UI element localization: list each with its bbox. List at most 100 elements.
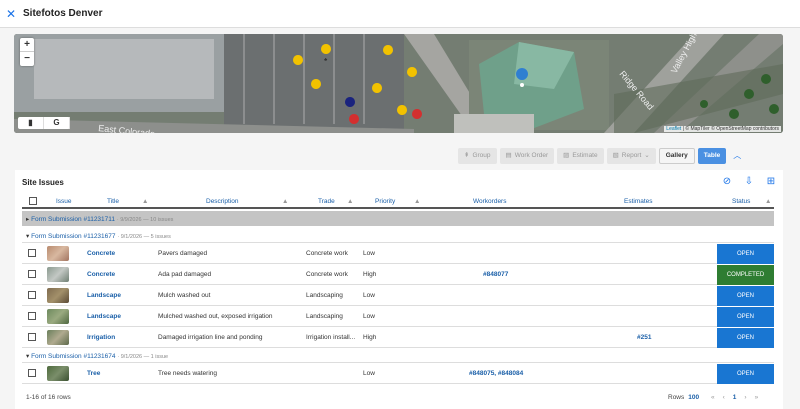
filter-off-icon[interactable]: ⊘ bbox=[721, 176, 733, 188]
issue-priority: Low bbox=[363, 370, 375, 377]
google-layer-button[interactable]: G bbox=[44, 117, 70, 129]
export-icon[interactable]: ⇩ bbox=[743, 176, 755, 188]
col-estimates[interactable]: Estimates bbox=[624, 198, 653, 205]
zoom-in-button[interactable]: + bbox=[20, 38, 34, 52]
work-order-label: Work Order bbox=[514, 152, 549, 159]
issue-description: Pavers damaged bbox=[158, 250, 208, 257]
table-button[interactable]: Table bbox=[697, 148, 727, 164]
map-view[interactable]: East Colorado Ridge Road Valley Highway … bbox=[14, 34, 783, 133]
issue-title[interactable]: Tree bbox=[87, 370, 100, 377]
select-all-checkbox[interactable] bbox=[29, 197, 37, 205]
issue-description: Tree needs watering bbox=[158, 370, 218, 377]
collapse-icon[interactable]: ▾ bbox=[26, 353, 29, 360]
group-button[interactable]: ⇞ Group bbox=[458, 148, 497, 164]
zoom-out-button[interactable]: − bbox=[20, 52, 34, 66]
col-workorders[interactable]: Workorders bbox=[473, 198, 506, 205]
group-row[interactable]: ▾ Form Submission #11231674 · 9/1/2026 —… bbox=[22, 348, 774, 363]
sort-icon[interactable]: ▲ bbox=[282, 198, 288, 205]
row-checkbox[interactable] bbox=[28, 291, 36, 299]
work-order-icon: ▤ bbox=[505, 152, 512, 159]
expand-icon[interactable]: ▸ bbox=[26, 216, 29, 223]
group-label: Form Submission #11231711 bbox=[31, 216, 116, 223]
issue-trade: Irrigation install... bbox=[306, 334, 356, 341]
issue-thumbnail[interactable] bbox=[47, 288, 69, 303]
sort-icon[interactable]: ▲ bbox=[765, 198, 771, 205]
col-status[interactable]: Status bbox=[732, 198, 750, 205]
first-page-icon[interactable]: « bbox=[711, 394, 715, 401]
map-icon[interactable]: ▮ bbox=[18, 117, 44, 129]
leaflet-link[interactable]: Leaflet bbox=[666, 126, 681, 132]
report-button[interactable]: ▧ Report ⌄ bbox=[606, 148, 656, 164]
status-badge[interactable]: OPEN bbox=[717, 307, 774, 327]
issue-thumbnail[interactable] bbox=[47, 366, 69, 381]
col-title[interactable]: Title bbox=[107, 198, 119, 205]
issue-thumbnail[interactable] bbox=[47, 267, 69, 282]
next-page-icon[interactable]: › bbox=[744, 394, 746, 401]
panel-title: Site Issues bbox=[22, 178, 64, 187]
status-badge[interactable]: COMPLETED bbox=[717, 265, 774, 285]
site-issues-panel: Site Issues ⊘ ⇩ ⊞ Issue Title ▲ Descript… bbox=[15, 170, 783, 409]
sort-icon[interactable]: ▲ bbox=[414, 198, 420, 205]
rows-per-page[interactable]: Rows 100 bbox=[668, 394, 699, 401]
rows-value[interactable]: 100 bbox=[688, 394, 699, 401]
workorder-link[interactable]: #848077 bbox=[483, 271, 508, 278]
group-row[interactable]: ▾ Form Submission #11231677 · 9/1/2026 —… bbox=[22, 228, 774, 243]
report-icon: ▧ bbox=[612, 152, 619, 159]
last-page-icon[interactable]: » bbox=[755, 394, 759, 401]
work-order-button[interactable]: ▤ Work Order bbox=[499, 148, 555, 164]
sort-icon[interactable]: ▲ bbox=[142, 198, 148, 205]
report-label: Report bbox=[621, 152, 642, 159]
map-layer-toggle: ▮ G bbox=[18, 117, 70, 129]
issue-title[interactable]: Concrete bbox=[87, 271, 115, 278]
status-badge[interactable]: OPEN bbox=[717, 244, 774, 264]
issue-description: Mulch washed out bbox=[158, 292, 211, 299]
issue-thumbnail[interactable] bbox=[47, 330, 69, 345]
table-row[interactable]: Irrigation Damaged irrigation line and p… bbox=[22, 328, 774, 348]
col-issue[interactable]: Issue bbox=[56, 198, 72, 205]
collapse-icon[interactable]: ▾ bbox=[26, 233, 29, 240]
group-row-collapsed[interactable]: ▸ Form Submission #11231711 · 9/9/2026 —… bbox=[22, 211, 774, 226]
issue-title[interactable]: Landscape bbox=[87, 313, 121, 320]
row-checkbox[interactable] bbox=[28, 312, 36, 320]
view-toolbar: ⇞ Group ▤ Work Order ▨ Estimate ▧ Report ⌄ Ga… bbox=[458, 148, 745, 164]
table-row[interactable]: Tree Tree needs watering Low #848075, #8… bbox=[22, 364, 774, 384]
group-label: Form Submission #11231677 bbox=[31, 233, 116, 240]
status-badge[interactable]: OPEN bbox=[717, 328, 774, 348]
column-settings-icon[interactable]: ⊞ bbox=[765, 176, 777, 188]
col-priority[interactable]: Priority bbox=[375, 198, 395, 205]
table-header: Issue Title ▲ Description ▲ Trade ▲ Prio… bbox=[22, 196, 774, 209]
estimate-link[interactable]: #251 bbox=[637, 334, 651, 341]
row-checkbox[interactable] bbox=[28, 249, 36, 257]
col-description[interactable]: Description bbox=[206, 198, 239, 205]
col-trade[interactable]: Trade bbox=[318, 198, 335, 205]
chevron-up-icon[interactable]: ︿ bbox=[729, 148, 745, 164]
issue-title[interactable]: Landscape bbox=[87, 292, 121, 299]
row-checkbox[interactable] bbox=[28, 270, 36, 278]
row-checkbox[interactable] bbox=[28, 333, 36, 341]
issue-priority: Low bbox=[363, 250, 375, 257]
status-badge[interactable]: OPEN bbox=[717, 286, 774, 306]
issue-trade: Landscaping bbox=[306, 313, 343, 320]
prev-page-icon[interactable]: ‹ bbox=[723, 394, 725, 401]
issue-thumbnail[interactable] bbox=[47, 246, 69, 261]
table-row[interactable]: Landscape Mulched washed out, exposed ir… bbox=[22, 307, 774, 327]
table-row[interactable]: Concrete Pavers damaged Concrete work Lo… bbox=[22, 244, 774, 264]
table-footer: 1-16 of 16 rows Rows 100 « ‹ 1 › » bbox=[0, 392, 800, 409]
issue-title[interactable]: Irrigation bbox=[87, 334, 115, 341]
page-title: Sitefotos Denver bbox=[23, 8, 103, 19]
issue-trade: Landscaping bbox=[306, 292, 343, 299]
estimate-button[interactable]: ▨ Estimate bbox=[557, 148, 604, 164]
close-icon[interactable]: ✕ bbox=[6, 8, 16, 20]
issue-thumbnail[interactable] bbox=[47, 309, 69, 324]
row-checkbox[interactable] bbox=[28, 369, 36, 377]
issue-priority: High bbox=[363, 334, 377, 341]
current-page[interactable]: 1 bbox=[733, 394, 737, 401]
issue-priority: Low bbox=[363, 313, 375, 320]
status-badge[interactable]: OPEN bbox=[717, 364, 774, 384]
gallery-button[interactable]: Gallery bbox=[658, 148, 695, 164]
table-row[interactable]: Landscape Mulch washed out Landscaping L… bbox=[22, 286, 774, 306]
issue-title[interactable]: Concrete bbox=[87, 250, 115, 257]
workorder-link[interactable]: #848075, #848084 bbox=[469, 370, 523, 377]
sort-icon[interactable]: ▲ bbox=[347, 198, 353, 205]
table-row[interactable]: Concrete Ada pad damaged Concrete work H… bbox=[22, 265, 774, 285]
